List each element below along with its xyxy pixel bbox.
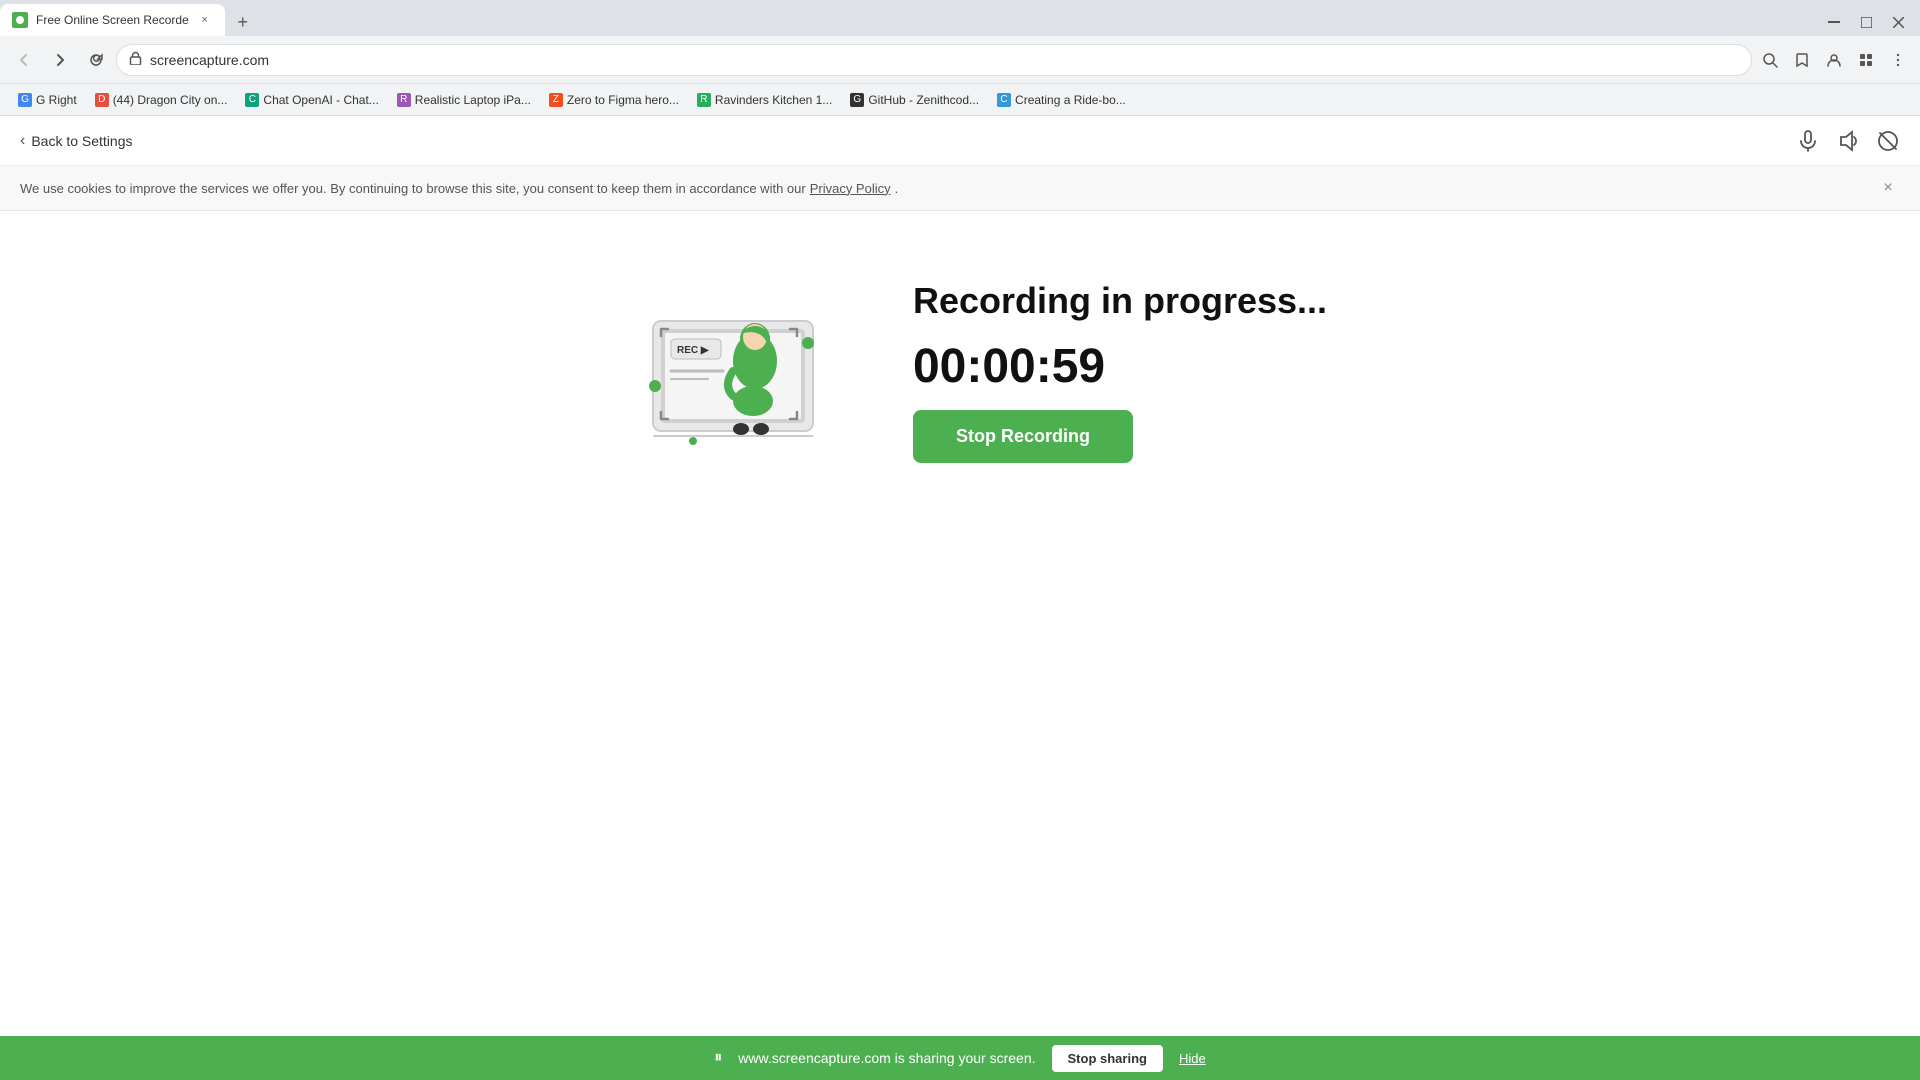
hide-share-bar-button[interactable]: Hide bbox=[1179, 1051, 1206, 1066]
bookmark-icon-btn[interactable] bbox=[1788, 46, 1816, 74]
tab-close-button[interactable]: × bbox=[197, 12, 213, 28]
share-bar-text: www.screencapture.com is sharing your sc… bbox=[738, 1050, 1035, 1066]
bookmark-favicon-ride: C bbox=[997, 93, 1011, 107]
reload-button[interactable] bbox=[80, 44, 112, 76]
share-bar-pause-icon: ⏸ bbox=[714, 1049, 722, 1067]
bookmark-g-right[interactable]: G G Right bbox=[10, 88, 85, 112]
recording-status-text: Recording in progress... bbox=[913, 279, 1327, 322]
window-controls bbox=[1812, 8, 1920, 36]
back-to-settings-link[interactable]: ‹ Back to Settings bbox=[20, 132, 133, 150]
no-cam-icon[interactable] bbox=[1876, 129, 1900, 153]
address-bar[interactable]: screencapture.com bbox=[116, 44, 1752, 76]
bookmark-dragon-city[interactable]: D (44) Dragon City on... bbox=[87, 88, 236, 112]
active-tab[interactable]: Free Online Screen Recorde × bbox=[0, 4, 225, 36]
screen-share-bar: ⏸ www.screencapture.com is sharing your … bbox=[0, 1036, 1920, 1080]
bookmark-figma[interactable]: Z Zero to Figma hero... bbox=[541, 88, 687, 112]
page-topbar: ‹ Back to Settings bbox=[0, 116, 1920, 166]
recording-timer: 00:00:59 bbox=[913, 339, 1327, 394]
cookie-close-button[interactable]: × bbox=[1876, 176, 1900, 200]
bookmark-ravinders[interactable]: R Ravinders Kitchen 1... bbox=[689, 88, 840, 112]
address-text: screencapture.com bbox=[150, 52, 1739, 68]
page-content: ‹ Back to Settings We use cookies to imp… bbox=[0, 116, 1920, 1080]
back-chevron-icon: ‹ bbox=[20, 132, 25, 150]
cookie-banner: We use cookies to improve the services w… bbox=[0, 166, 1920, 211]
new-tab-button[interactable]: + bbox=[229, 8, 257, 36]
bookmark-openai[interactable]: C Chat OpenAI - Chat... bbox=[237, 88, 386, 112]
mic-icon[interactable] bbox=[1796, 129, 1820, 153]
bookmark-favicon-ravinders: R bbox=[697, 93, 711, 107]
bookmark-ride[interactable]: C Creating a Ride-bo... bbox=[989, 88, 1134, 112]
bookmark-github[interactable]: G GitHub - Zenithcod... bbox=[842, 88, 987, 112]
tab-favicon-icon bbox=[12, 12, 28, 28]
bookmark-favicon-g-right: G bbox=[18, 93, 32, 107]
profile-icon-btn[interactable] bbox=[1820, 46, 1848, 74]
back-button[interactable] bbox=[8, 44, 40, 76]
menu-icon-btn[interactable] bbox=[1884, 46, 1912, 74]
back-link-text: Back to Settings bbox=[31, 133, 132, 149]
maximize-button[interactable] bbox=[1852, 8, 1880, 36]
minimize-button[interactable] bbox=[1820, 8, 1848, 36]
privacy-policy-link[interactable]: Privacy Policy bbox=[810, 181, 891, 196]
recording-illustration: REC ▶ bbox=[593, 271, 833, 471]
topbar-icons bbox=[1796, 129, 1900, 153]
search-icon-btn[interactable] bbox=[1756, 46, 1784, 74]
extensions-icon-btn[interactable] bbox=[1852, 46, 1880, 74]
lock-icon bbox=[129, 51, 142, 68]
recording-main: REC ▶ bbox=[0, 211, 1920, 531]
svg-text:REC ▶: REC ▶ bbox=[677, 345, 710, 356]
browser-frame: Free Online Screen Recorde × + bbox=[0, 0, 1920, 1080]
stop-recording-button[interactable]: Stop Recording bbox=[913, 410, 1133, 463]
bookmark-favicon-figma: Z bbox=[549, 93, 563, 107]
tab-bar: Free Online Screen Recorde × + bbox=[0, 0, 1920, 36]
browser-toolbar: screencapture.com bbox=[0, 36, 1920, 84]
cookie-text: We use cookies to improve the services w… bbox=[20, 181, 806, 196]
bookmarks-bar: G G Right D (44) Dragon City on... C Cha… bbox=[0, 84, 1920, 116]
bookmark-favicon-laptop: R bbox=[397, 93, 411, 107]
bookmark-laptop[interactable]: R Realistic Laptop iPa... bbox=[389, 88, 539, 112]
close-window-button[interactable] bbox=[1884, 8, 1912, 36]
stop-sharing-button[interactable]: Stop sharing bbox=[1052, 1045, 1163, 1072]
bookmark-favicon-openai: C bbox=[245, 93, 259, 107]
recording-info: Recording in progress... 00:00:59 Stop R… bbox=[913, 279, 1327, 462]
forward-button[interactable] bbox=[44, 44, 76, 76]
bookmark-favicon-github: G bbox=[850, 93, 864, 107]
toolbar-icons bbox=[1756, 46, 1912, 74]
tab-title: Free Online Screen Recorde bbox=[36, 13, 189, 27]
speaker-icon[interactable] bbox=[1836, 129, 1860, 153]
bookmark-favicon-dragon: D bbox=[95, 93, 109, 107]
